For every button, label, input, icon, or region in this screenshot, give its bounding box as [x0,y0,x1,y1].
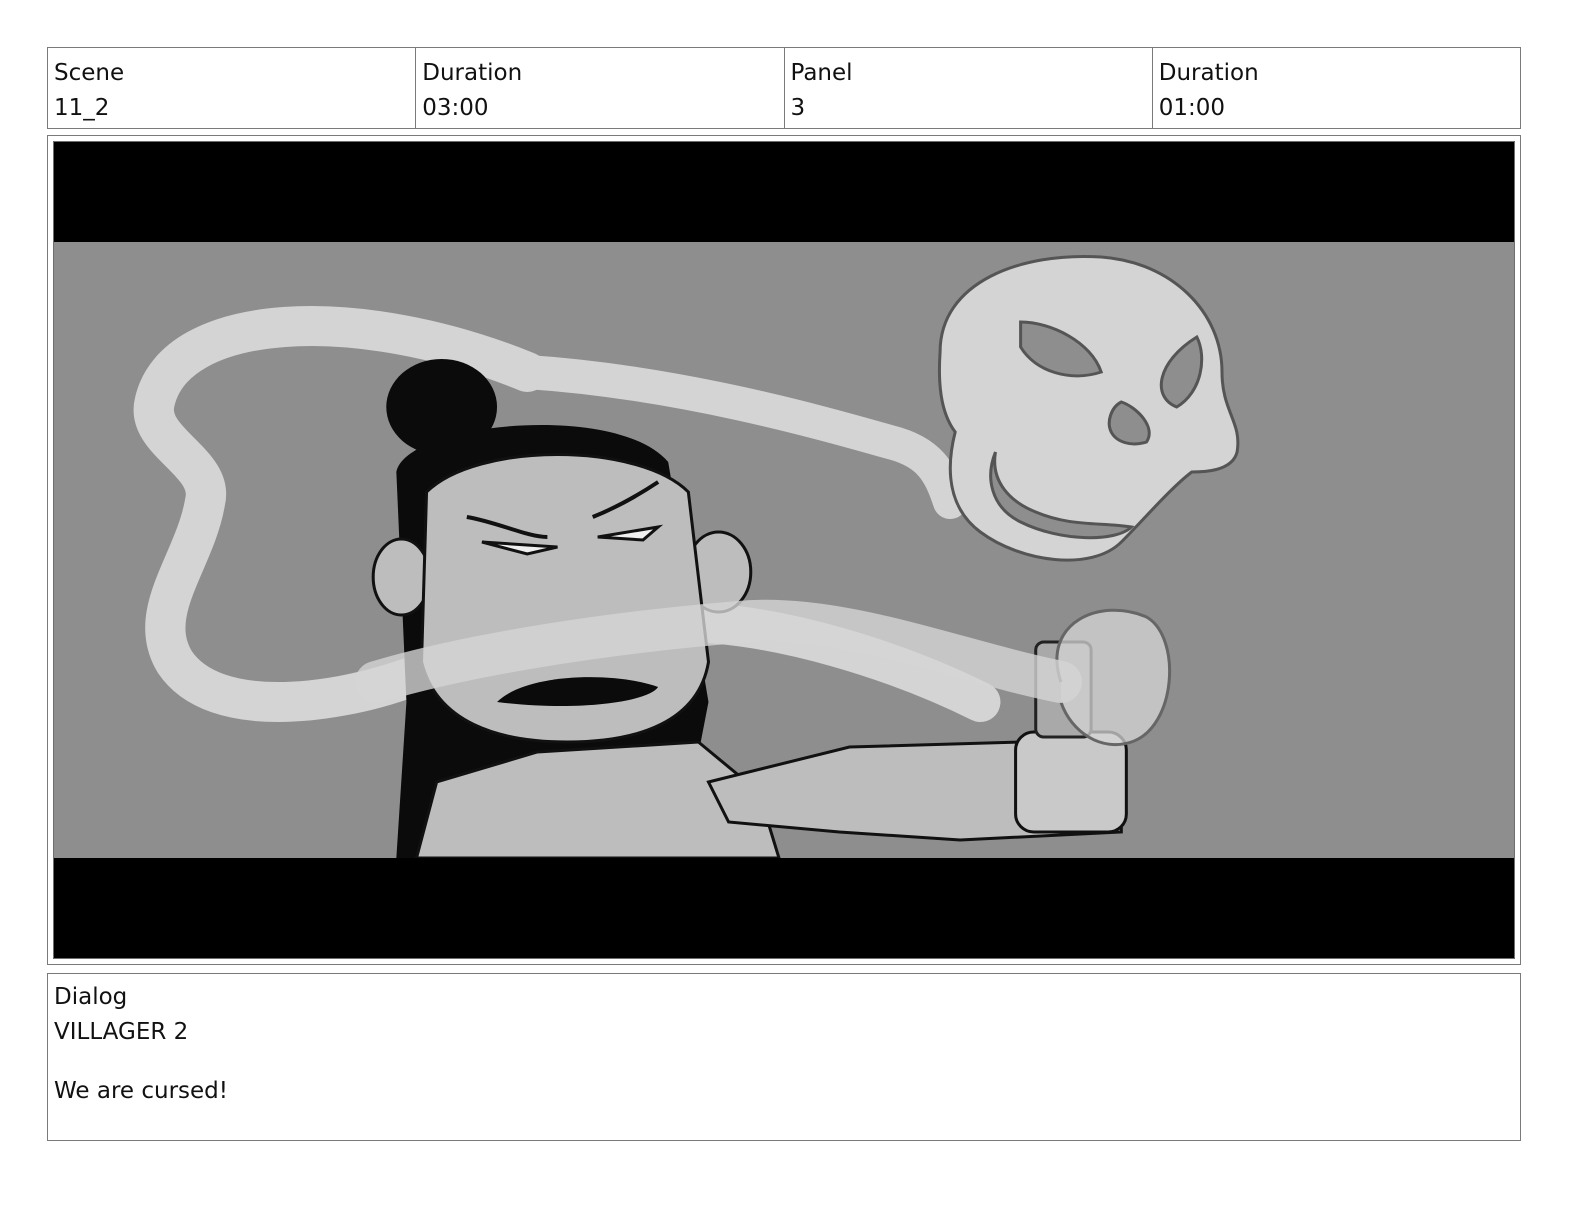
dialog-line-text: We are cursed! [54,1078,228,1104]
panel-duration-label: Duration [1158,60,1259,86]
letterbox-top [54,142,1514,242]
panel-duration-cell: Duration 01:00 [1153,48,1520,128]
hand [1014,730,1128,834]
panel-duration-value: 01:00 [1158,95,1226,121]
dialog-spacer [54,1050,1520,1074]
scene-cell: Scene 11_2 [48,48,417,128]
scene-duration-value: 03:00 [422,95,489,121]
scene-value: 11_2 [54,95,110,121]
panel-cell: Panel 3 [785,48,1153,128]
storyboard-panel-image [53,141,1515,959]
scene-label: Scene [54,60,125,86]
left-ear [371,537,432,617]
letterbox-bottom [54,858,1514,958]
scene-duration-label: Duration [422,60,523,86]
dialog-character: VILLAGER 2 [54,1019,189,1045]
scene-duration-cell: Duration 03:00 [416,48,785,128]
panel-sketch-drawing [54,142,1514,958]
panel-label: Panel [790,60,853,86]
dialog-label: Dialog [54,984,128,1010]
dialog-box: Dialog VILLAGER 2 We are cursed! [47,973,1521,1141]
storyboard-panel-frame [47,135,1521,965]
panel-info-header: Scene 11_2 Duration 03:00 Panel 3 Durati… [47,47,1521,129]
panel-value: 3 [790,95,806,121]
